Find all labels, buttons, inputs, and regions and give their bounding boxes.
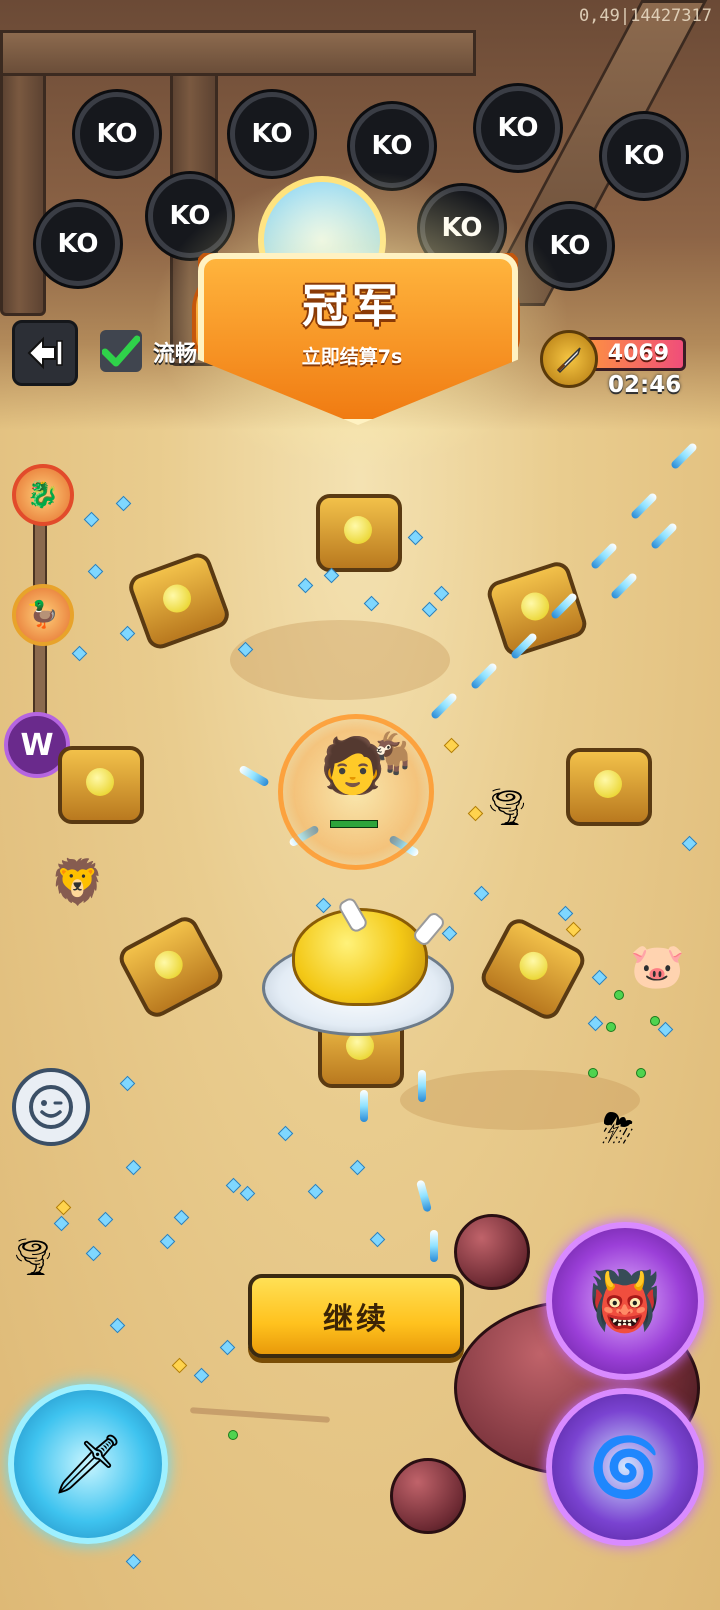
skill-ice-staff-button[interactable]: 🗡	[8, 1384, 168, 1544]
ko-token: KO	[36, 202, 120, 286]
hero-health-bar	[330, 820, 378, 828]
gauntlet-pickup	[58, 746, 144, 824]
smooth-checkbox[interactable]	[100, 330, 142, 372]
tornado-effect: 🌪	[484, 787, 530, 828]
boss-marker-duck: 🦆	[12, 584, 74, 646]
gauntlet-pickup	[316, 494, 402, 572]
exit-button[interactable]	[12, 320, 78, 386]
ice-staff-icon: 🗡	[51, 1429, 125, 1498]
green-orb	[650, 1016, 660, 1026]
match-timer: 02:46	[608, 372, 682, 398]
demon-icon: 👹	[588, 1266, 662, 1335]
green-orb	[614, 990, 624, 1000]
ko-token: KO	[476, 86, 560, 170]
green-orb	[636, 1068, 646, 1078]
checkmark-icon	[102, 335, 140, 367]
banner-countdown: 立即结算7s	[301, 346, 403, 368]
banner-title: 冠军	[302, 279, 402, 333]
storm-cloud-icon: ⛈	[602, 1106, 634, 1152]
debug-readout: 0,49|14427317	[578, 6, 712, 26]
ko-token: KO	[602, 114, 686, 198]
ko-token: KO	[75, 92, 159, 176]
white-lion-pet: 🦁	[50, 857, 105, 908]
continue-button[interactable]: 继续	[248, 1274, 464, 1358]
pet-goat: 🐐	[368, 731, 418, 777]
smooth-label: 流畅	[153, 342, 198, 367]
gate-beam	[0, 30, 476, 76]
exit-icon	[27, 336, 63, 370]
arrow-projectile	[360, 1090, 368, 1122]
emote-button[interactable]	[12, 1068, 90, 1146]
vortex-icon: 🌀	[588, 1432, 662, 1501]
arrow-projectile	[430, 1230, 438, 1262]
smile-wink-icon	[29, 1085, 73, 1129]
spiked-ball-enemy	[454, 1214, 530, 1290]
skill-demon-summon-button[interactable]: 👹	[546, 1222, 704, 1380]
ko-token: KO	[230, 92, 314, 176]
gauntlet-pickup	[566, 748, 652, 826]
green-orb	[588, 1068, 598, 1078]
arrow-projectile	[418, 1070, 426, 1102]
sand-dune	[230, 620, 450, 700]
green-orb	[228, 1430, 238, 1440]
tornado-effect: 🌪	[10, 1237, 56, 1278]
spiked-ball-enemy	[390, 1458, 466, 1534]
green-orb	[606, 1022, 616, 1032]
boss-marker-dragon: 🐉	[12, 464, 74, 526]
sword-icon	[540, 330, 598, 388]
skill-vortex-button[interactable]: 🌀	[546, 1388, 704, 1546]
gate-pillar-left	[0, 60, 46, 316]
pig-enemy: 🐷	[630, 941, 685, 992]
